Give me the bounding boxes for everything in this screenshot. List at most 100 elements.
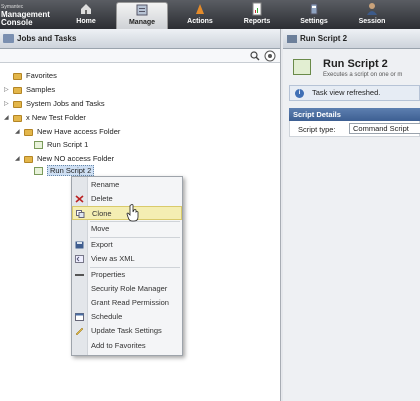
folder-icon [24,155,33,163]
menu-label: Delete [91,194,113,203]
task-title: Run Script 2 [323,58,388,70]
menu-label: View as XML [91,254,135,263]
menu-label: Rename [91,180,120,189]
menu-item-schedule[interactable]: Schedule [72,310,182,324]
menu-label: Move [91,224,110,233]
menu-label: Security Role Manager [91,284,168,293]
schedule-icon [75,313,84,321]
menu-item-view-xml[interactable]: View as XML [72,252,182,266]
folder-icon [13,72,22,80]
nav-home-label: Home [76,18,96,25]
tree-label-selected: Run Script 2 [47,165,95,176]
menu-item-update-task-settings[interactable]: Update Task Settings [72,324,182,338]
brand-logo: Symantec Management Console [1,3,50,27]
home-icon [81,4,91,14]
folder-icon [13,100,22,108]
tree-item-no-access-folder[interactable]: New NO access Folder [24,153,114,165]
nav-session-label: Session [358,18,386,25]
brand-line2: Console [1,18,33,27]
tree-label: Samples [26,85,56,94]
menu-item-grant-read-permission[interactable]: Grant Read Permission [72,296,182,310]
tree-item-favorites[interactable]: Favorites [13,70,57,82]
context-menu: Rename Delete Clone Move Export View as … [71,176,183,356]
export-icon [75,241,84,249]
collapse-arrow-icon[interactable]: ◢ [4,114,9,121]
menu-label: Properties [91,270,126,279]
nav-reports[interactable]: Reports [238,2,276,29]
tree-label: x New Test Folder [26,113,86,122]
tree-item-new-test-folder[interactable]: x New Test Folder [13,112,86,124]
info-text: Task view refreshed. [312,88,381,97]
script-large-icon [293,59,311,75]
folder-icon [13,86,22,94]
menu-label: Schedule [91,312,123,321]
script-icon [287,35,297,43]
tree-label: New NO access Folder [37,154,115,163]
info-banner: i Task view refreshed. [289,85,420,101]
menu-label: Add to Favorites [91,341,146,350]
delete-icon [75,195,84,203]
script-type-row: Script type: Command Script [289,121,420,137]
nav-settings[interactable]: Settings [294,2,334,29]
nav-actions[interactable]: Actions [180,2,220,29]
pane-header: Jobs and Tasks [0,29,280,49]
tree-item-have-access-folder[interactable]: New Have access Folder [24,126,120,138]
collapse-arrow-icon[interactable]: ◢ [15,128,20,135]
tree-label: System Jobs and Tasks [26,99,105,108]
hand-cursor-icon [126,204,139,222]
actions-icon [196,4,204,14]
menu-item-properties[interactable]: Properties [72,268,182,282]
settings-icon [310,3,318,15]
options-icon[interactable] [264,50,276,62]
clone-icon [76,210,85,218]
xml-icon [75,255,84,263]
script-type-label: Script type: [298,125,336,134]
properties-icon [75,274,84,276]
script-icon [34,167,43,176]
tree-item-samples[interactable]: Samples [13,84,55,96]
task-subtitle: Executes a script on one or m [323,72,403,78]
menu-label: Export [91,240,113,249]
jobs-tasks-icon [3,34,14,43]
menu-item-move[interactable]: Move [72,222,182,236]
menu-item-add-to-favorites[interactable]: Add to Favorites [72,339,182,353]
task-detail-pane: Run Script 2 Run Script 2 Executes a scr… [283,29,420,401]
nav-manage-label: Manage [128,19,156,26]
menu-item-export[interactable]: Export [72,238,182,252]
script-icon [34,141,43,150]
collapse-arrow-icon[interactable]: ◢ [15,155,20,162]
manage-icon [136,4,148,16]
folder-icon [24,128,33,136]
folder-icon [13,114,22,122]
pane-title: Jobs and Tasks [17,34,77,43]
task-title-block: Run Script 2 Executes a script on one or… [289,56,420,82]
tree-label: New Have access Folder [37,127,121,136]
section-header: Script Details [289,108,420,121]
pencil-icon [75,327,84,335]
menu-item-rename[interactable]: Rename [72,178,182,192]
tree-label: Favorites [26,71,57,80]
menu-label: Grant Read Permission [91,298,169,307]
session-icon [367,3,377,15]
expand-arrow-icon[interactable]: ▷ [4,100,9,107]
search-icon[interactable] [250,51,260,61]
menu-label: Clone [92,209,112,218]
detail-header: Run Script 2 [283,29,420,49]
tree-item-system-jobs[interactable]: System Jobs and Tasks [13,98,105,110]
detail-header-title: Run Script 2 [300,34,348,43]
nav-home[interactable]: Home [68,2,104,29]
script-type-select[interactable]: Command Script [349,123,420,134]
nav-reports-label: Reports [243,18,271,25]
nav-actions-label: Actions [187,18,213,25]
info-icon: i [295,89,304,98]
reports-icon [252,2,262,16]
tree-toolbar [0,49,280,63]
tree-item-run-script-1[interactable]: Run Script 1 [34,139,88,151]
nav-settings-label: Settings [300,18,328,25]
tree-label: Run Script 1 [47,140,89,149]
top-navigation-bar: Symantec Management Console Home Manage … [0,0,420,29]
nav-manage[interactable]: Manage [116,2,168,29]
menu-item-security-role-manager[interactable]: Security Role Manager [72,282,182,296]
nav-session[interactable]: Session [352,2,392,29]
expand-arrow-icon[interactable]: ▷ [4,86,9,93]
